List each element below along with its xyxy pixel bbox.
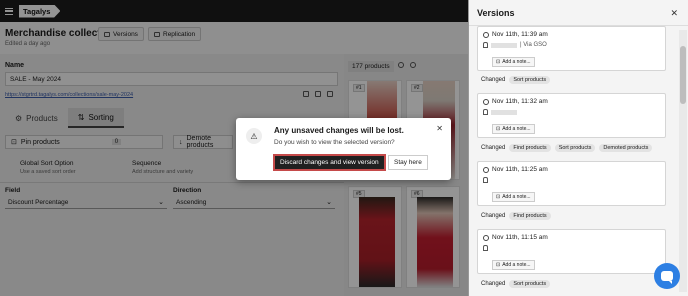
user-icon (483, 42, 488, 48)
change-chip: Find products (509, 144, 551, 152)
changed-label: Changed (481, 281, 506, 287)
dialog-title: Any unsaved changes will be lost. (274, 126, 404, 135)
version-entry[interactable]: Nov 11th, 11:39 am | Via GSO ⊡ Add a note… (477, 26, 666, 71)
add-note-button[interactable]: ⊡ Add a note... (492, 124, 535, 134)
version-entry[interactable]: Nov 11th, 11:32 am ⊡ Add a note... (477, 93, 666, 138)
version-time-label: Nov 11th, 11:39 am (492, 31, 548, 38)
changed-label: Changed (481, 77, 506, 83)
version-time: Nov 11th, 11:32 am (483, 98, 548, 105)
discard-and-view-button[interactable]: Discard changes and view version (273, 154, 386, 171)
version-time: Nov 11th, 11:25 am (483, 166, 548, 173)
note-icon: ⊡ (496, 59, 501, 65)
dialog-subtitle: Do you wish to view the selected version… (274, 139, 395, 146)
scrollbar-thumb[interactable] (680, 46, 686, 104)
stay-here-button[interactable]: Stay here (388, 155, 428, 170)
versions-panel: Versions ✕ Nov 11th, 11:39 am | Via GSO … (468, 0, 688, 296)
close-icon[interactable]: ✕ (436, 124, 443, 133)
add-note-button[interactable]: ⊡ Add a note... (492, 192, 535, 202)
change-chip: Sort products (554, 144, 596, 152)
version-entry[interactable]: Nov 11th, 11:25 am ⊡ Add a note... (477, 161, 666, 206)
clock-icon (483, 166, 489, 173)
change-chip: Find products (509, 212, 551, 220)
close-icon[interactable]: ✕ (670, 8, 678, 19)
redacted-user (491, 42, 517, 48)
chat-button[interactable] (654, 263, 680, 289)
version-entry[interactable]: Nov 11th, 11:15 am ⊡ Add a note... (477, 229, 666, 274)
changed-row: Changed Sort products (481, 76, 551, 84)
changed-label: Changed (481, 145, 506, 151)
clock-icon (483, 31, 489, 38)
add-note-label: Add a note... (502, 126, 531, 132)
change-chip: Demoted products (599, 144, 653, 152)
clock-icon (483, 234, 489, 241)
version-user: | Via GSO (483, 42, 547, 48)
version-time-label: Nov 11th, 11:15 am (492, 234, 548, 241)
add-note-button[interactable]: ⊡ Add a note... (492, 260, 535, 270)
version-time-label: Nov 11th, 11:32 am (492, 98, 548, 105)
version-user (483, 177, 488, 183)
changed-row: Changed Sort products (481, 280, 551, 288)
changed-label: Changed (481, 213, 506, 219)
confirm-dialog: ⚠ Any unsaved changes will be lost. Do y… (236, 118, 451, 180)
changed-row: Changed Find products Sort products Demo… (481, 144, 653, 152)
note-icon: ⊡ (496, 126, 501, 132)
version-user (483, 245, 488, 251)
note-icon: ⊡ (496, 262, 501, 268)
redacted-user (491, 109, 517, 115)
versions-panel-title: Versions (469, 0, 688, 26)
version-time: Nov 11th, 11:39 am (483, 31, 548, 38)
version-time: Nov 11th, 11:15 am (483, 234, 548, 241)
clock-icon (483, 98, 489, 105)
change-chip: Sort products (509, 76, 551, 84)
changed-row: Changed Find products (481, 212, 551, 220)
add-note-label: Add a note... (502, 262, 531, 268)
version-user (483, 109, 517, 115)
chat-icon (661, 271, 673, 284)
note-icon: ⊡ (496, 194, 501, 200)
add-note-label: Add a note... (502, 59, 531, 65)
user-icon (483, 109, 488, 115)
version-time-label: Nov 11th, 11:25 am (492, 166, 548, 173)
add-note-label: Add a note... (502, 194, 531, 200)
user-icon (483, 177, 488, 183)
add-note-button[interactable]: ⊡ Add a note... (492, 57, 535, 67)
change-chip: Sort products (509, 280, 551, 288)
user-icon (483, 245, 488, 251)
version-via: | Via GSO (520, 42, 547, 48)
warning-icon: ⚠ (246, 128, 262, 144)
